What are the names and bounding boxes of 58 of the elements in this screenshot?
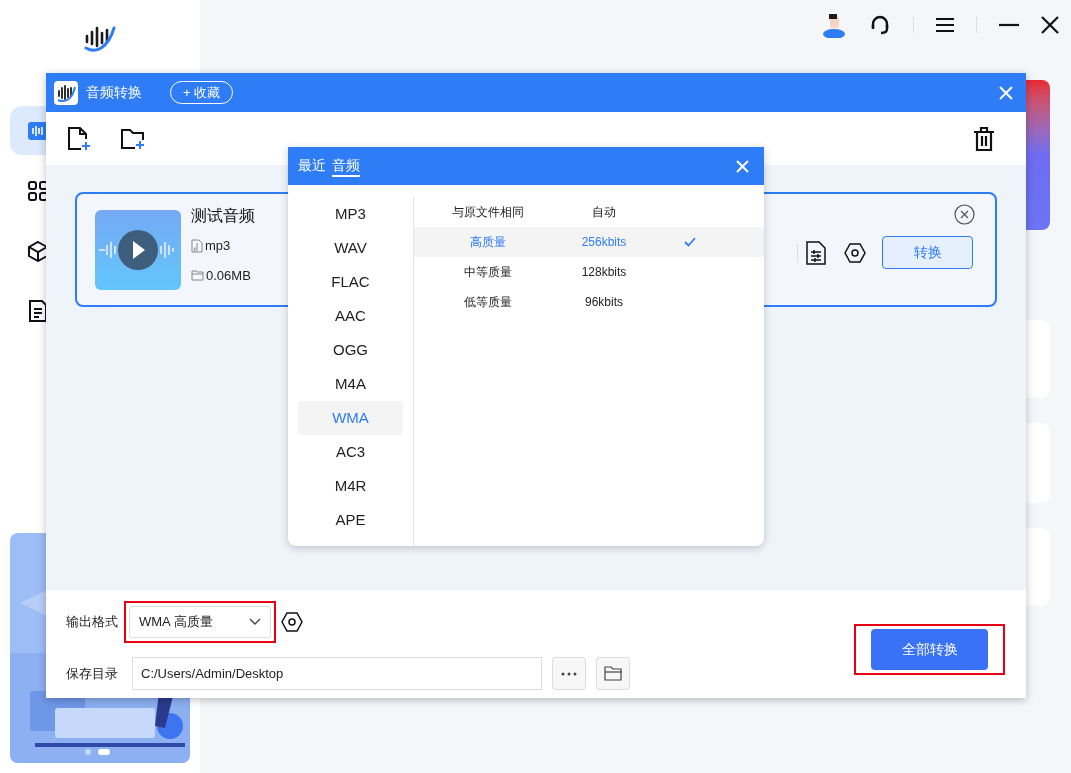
format-option[interactable]: OGG — [298, 333, 403, 367]
menu-icon[interactable] — [936, 17, 954, 33]
headset-icon[interactable] — [869, 14, 891, 36]
remove-icon[interactable] — [954, 204, 975, 225]
save-directory-label: 保存目录 — [66, 664, 119, 683]
format-option[interactable]: M4R — [298, 469, 403, 503]
app-icon — [54, 80, 78, 105]
add-file-icon[interactable] — [67, 126, 91, 151]
convert-button[interactable]: 转换 — [882, 236, 973, 269]
quality-name: 与原文件相同 — [451, 204, 525, 221]
settings-document-icon[interactable] — [806, 240, 826, 265]
quality-option[interactable]: 高质量 256kbits — [414, 227, 764, 257]
chevron-down-icon — [249, 618, 261, 626]
dialog-title: 音频转换 — [86, 83, 142, 102]
convert-all-button[interactable]: 全部转换 — [871, 628, 988, 670]
hexagon-settings-icon[interactable] — [281, 612, 303, 632]
folder-icon — [191, 269, 204, 282]
trash-icon[interactable] — [973, 126, 995, 151]
popup-tab[interactable]: 音频 — [332, 155, 360, 177]
format-option[interactable]: WMA — [298, 401, 403, 435]
add-folder-icon[interactable] — [121, 126, 145, 151]
hexagon-settings-icon[interactable] — [844, 242, 866, 263]
file-name: 测试音频 — [191, 206, 255, 226]
popup-tab[interactable]: 最近 — [298, 155, 326, 177]
save-path-field[interactable]: C:/Users/Admin/Desktop — [132, 657, 542, 690]
format-option[interactable]: MP3 — [298, 197, 403, 231]
file-format: mp3 — [205, 237, 231, 255]
bitrate: 自动 — [591, 204, 617, 221]
quality-option[interactable]: 中等质量 128kbits — [414, 257, 764, 287]
quality-option[interactable]: 与原文件相同 自动 — [414, 197, 764, 227]
format-option[interactable]: AAC — [298, 299, 403, 333]
format-option[interactable]: WAV — [298, 231, 403, 265]
cube-icon — [27, 239, 49, 262]
grid-icon — [27, 179, 49, 202]
quality-name: 低等质量 — [463, 294, 513, 311]
format-option[interactable]: APE — [298, 503, 403, 537]
logo-icon — [84, 24, 116, 52]
format-option[interactable]: FLAC — [298, 265, 403, 299]
format-dropdown[interactable]: WMA 高质量 — [129, 606, 271, 638]
folder-icon — [603, 666, 623, 681]
format-option[interactable]: M4A — [298, 367, 403, 401]
open-folder-button[interactable] — [596, 657, 630, 690]
minimize-icon[interactable] — [999, 23, 1019, 27]
avatar-icon[interactable] — [821, 12, 847, 38]
document-icon — [27, 299, 49, 322]
quality-name: 中等质量 — [463, 264, 513, 281]
output-format-label: 输出格式 — [66, 613, 119, 632]
bitrate: 256kbits — [580, 234, 628, 251]
bitrate: 128kbits — [580, 264, 628, 281]
music-file-icon — [191, 238, 203, 253]
format-option[interactable]: AC3 — [298, 435, 403, 469]
more-icon — [561, 671, 577, 676]
quality-option[interactable]: 低等质量 96kbits — [414, 287, 764, 317]
close-icon[interactable] — [1041, 16, 1059, 34]
bitrate: 96kbits — [584, 294, 624, 311]
file-size: 0.06MB — [206, 266, 251, 285]
check-icon — [684, 237, 696, 247]
quality-name: 高质量 — [469, 234, 507, 251]
